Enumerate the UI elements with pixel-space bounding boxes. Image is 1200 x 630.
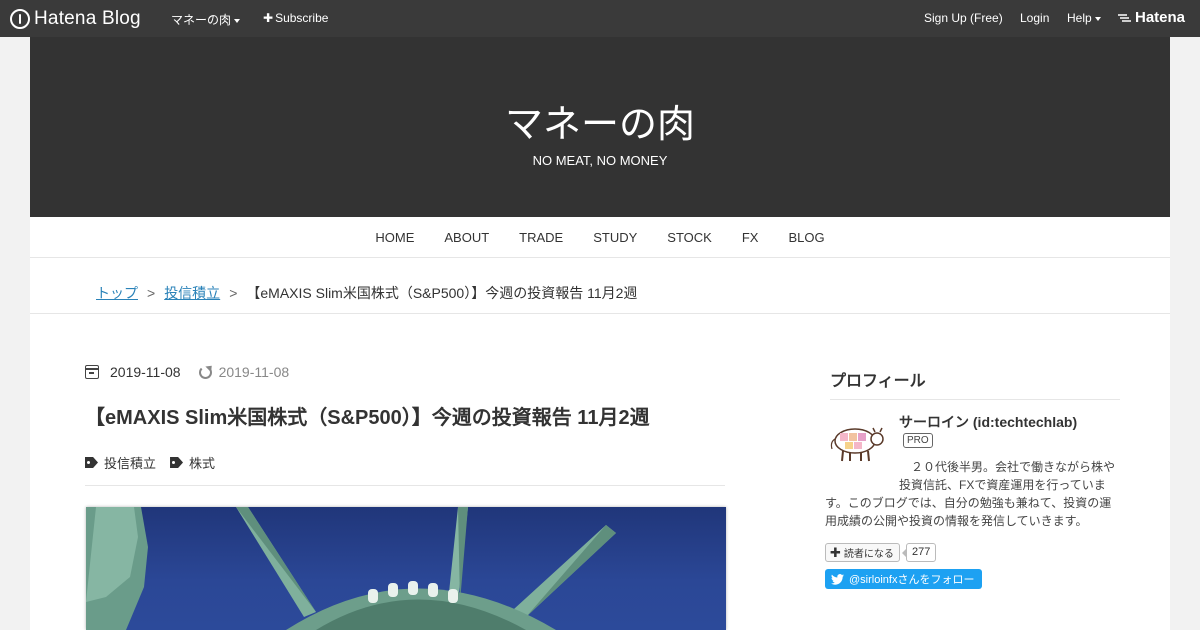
subscribe-reader-button[interactable]: ✚ 読者になる (825, 543, 900, 562)
nav-item-stock[interactable]: STOCK (652, 217, 727, 257)
category-label: 投信積立 (104, 456, 157, 471)
entry-eyecatch-image (86, 507, 726, 630)
breadcrumb-top-link[interactable]: トップ (96, 285, 138, 301)
blog-header: マネーの肉 NO MEAT, NO MONEY (30, 37, 1170, 217)
hatena-logo-icon (10, 9, 30, 29)
avatar[interactable] (825, 417, 887, 465)
breadcrumb-separator: > (229, 285, 238, 301)
profile-name[interactable]: サーロイン (id:techtechlab) (899, 412, 1077, 432)
cow-avatar-icon (830, 427, 884, 462)
entry-date-row: 2019-11-08 2019-11-08 (85, 364, 289, 380)
calendar-icon (85, 365, 99, 379)
subscribe-reader-label: 読者になる (843, 549, 894, 560)
reader-count: 277 (901, 543, 937, 562)
entry-updated-date: 2019-11-08 (218, 364, 290, 380)
nav-item-blog[interactable]: BLOG (773, 217, 839, 257)
hatena-wing-icon (1118, 13, 1131, 22)
category-tag[interactable]: 投信積立 (85, 453, 156, 472)
entry-date[interactable]: 2019-11-08 (110, 364, 181, 380)
category-label: 株式 (189, 456, 216, 471)
breadcrumb-separator: > (147, 285, 156, 301)
profile-heading-text: プロフィール (830, 373, 926, 390)
breadcrumb-category-link[interactable]: 投信積立 (164, 285, 220, 301)
hatena-logo-text: Hatena (1135, 9, 1186, 26)
help-label: Help (1067, 11, 1092, 25)
nav-item-about[interactable]: ABOUT (429, 217, 504, 257)
twitter-bird-icon (831, 573, 844, 585)
subscribe-label: Subscribe (275, 11, 329, 25)
signup-link[interactable]: Sign Up (Free) (924, 11, 1003, 25)
breadcrumb-current: 【eMAXIS Slim米国株式（S&P500）】今週の投資報告 11月2週 (246, 285, 638, 301)
nav-item-fx[interactable]: FX (727, 217, 774, 257)
profile-description: ２０代後半男。会社で働きながら株や投資信託、FXで資産運用を行っていま (899, 460, 1116, 492)
profile-heading: プロフィール (830, 367, 1120, 400)
caret-down-icon (234, 18, 241, 23)
entry-title[interactable]: 【eMAXIS Slim米国株式（S&P500）】今週の投資報告 11月2週 (85, 401, 650, 430)
blog-menu-dropdown[interactable]: マネーの肉 (171, 11, 241, 28)
pro-badge: PRO (903, 433, 933, 448)
divider (85, 485, 725, 486)
blog-container: マネーの肉 NO MEAT, NO MONEY HOME ABOUT TRADE… (30, 37, 1170, 630)
nav-item-home[interactable]: HOME (360, 217, 429, 257)
plus-icon: ✚ (263, 11, 274, 25)
entry-categories: 投信積立 株式 (85, 453, 229, 472)
refresh-icon (198, 365, 212, 379)
nav-item-study[interactable]: STUDY (578, 217, 652, 257)
plus-icon: ✚ (830, 544, 841, 560)
hatena-topbar: Hatena Blog マネーの肉 ✚ Subscribe Sign Up (Fr… (0, 0, 1200, 37)
hatena-logo[interactable]: Hatena (1118, 9, 1185, 26)
hatena-blog-logo-text: Hatena Blog (34, 8, 141, 29)
profile-description-cont: す。このブログでは、自分の勉強も兼ねて、投資の運用成績の公開や投資の情報を発信し… (825, 496, 1112, 528)
breadcrumb: トップ > 投信積立 > 【eMAXIS Slim米国株式（S&P500）】今週の投資報… (30, 273, 1170, 314)
blog-description: NO MEAT, NO MONEY (532, 153, 668, 168)
statue-of-liberty-image (86, 507, 616, 630)
tag-icon (170, 457, 184, 468)
blog-menu-label: マネーの肉 (171, 13, 232, 27)
blog-title[interactable]: マネーの肉 (30, 93, 1170, 148)
subscribe-button[interactable]: ✚ Subscribe (263, 11, 328, 25)
hatena-blog-logo[interactable]: Hatena Blog (10, 8, 141, 30)
twitter-follow-label: @sirloinfxさんをフォロー (849, 574, 975, 586)
tag-icon (85, 457, 98, 468)
nav-item-trade[interactable]: TRADE (504, 217, 578, 257)
global-nav: HOME ABOUT TRADE STUDY STOCK FX BLOG (30, 217, 1170, 258)
help-dropdown[interactable]: Help (1067, 11, 1101, 25)
login-link[interactable]: Login (1020, 11, 1049, 25)
twitter-follow-button[interactable]: @sirloinfxさんをフォロー (825, 569, 983, 589)
caret-down-icon (1094, 16, 1101, 21)
category-tag[interactable]: 株式 (170, 453, 215, 472)
